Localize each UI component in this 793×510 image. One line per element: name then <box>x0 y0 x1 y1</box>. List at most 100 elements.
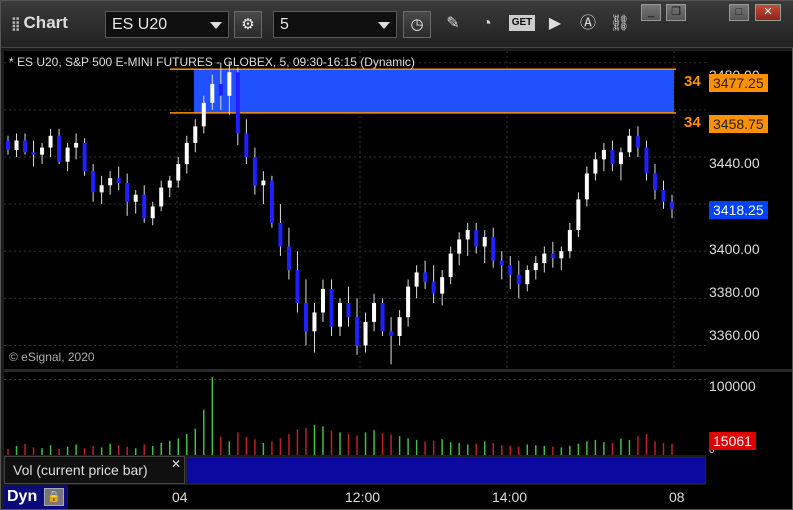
candle-body <box>474 230 479 247</box>
lock-icon[interactable]: 🔒 <box>44 488 64 506</box>
candle-body <box>312 312 317 332</box>
window-title: ⣿ Chart <box>11 13 68 33</box>
window-title-text: Chart <box>23 13 68 32</box>
restore-glyph: ❐ <box>671 6 681 18</box>
candle-body <box>448 253 453 278</box>
candle-body <box>23 140 28 153</box>
maximize-button[interactable]: □ <box>729 4 749 21</box>
price-tick: 3380.00 <box>709 284 760 300</box>
candle-body <box>159 187 164 207</box>
chart-window: ⣿ Chart ES U20 ⚙ 5 ◷ ✎ ◔ GET ▶ Ⓐ ⛓ _ ❐ □ … <box>0 0 793 510</box>
candle-body <box>440 277 445 294</box>
candle-body <box>380 303 385 332</box>
link-icon[interactable]: ⛓ <box>609 13 631 35</box>
candle-body <box>559 251 564 259</box>
minimize-button[interactable]: _ <box>641 4 661 21</box>
candle-body <box>142 194 147 219</box>
settings-button[interactable]: ⚙ <box>234 11 262 38</box>
chevron-down-icon[interactable] <box>378 22 390 29</box>
candle-body <box>576 199 581 231</box>
clock-button[interactable]: ◷ <box>403 11 431 38</box>
symbol-value: ES U20 <box>112 16 168 33</box>
candle-body <box>457 239 462 254</box>
candle-body <box>516 274 521 285</box>
close-study-icon[interactable]: ✕ <box>171 457 181 471</box>
candle-body <box>406 286 411 318</box>
candle-body <box>167 180 172 188</box>
candle-body <box>40 147 45 155</box>
volume-last-tag: 15061 <box>709 432 756 450</box>
chevron-down-icon[interactable] <box>210 22 222 29</box>
interval-input[interactable]: 5 <box>273 11 397 38</box>
candle-body <box>329 288 334 327</box>
interval-value: 5 <box>280 16 289 33</box>
study-icon[interactable]: ◔ <box>476 13 498 35</box>
title-bar: ⣿ Chart ES U20 ⚙ 5 ◷ ✎ ◔ GET ▶ Ⓐ ⛓ _ ❐ □ … <box>1 1 793 48</box>
candle-body <box>414 272 419 287</box>
maximize-glyph: □ <box>735 6 743 18</box>
study-legend[interactable]: Vol (current price bar) <box>4 456 185 484</box>
settings-icon: ⚙ <box>241 16 255 33</box>
volume-chart <box>4 377 706 455</box>
price-plot[interactable] <box>4 51 706 369</box>
copyright-text: © eSignal, 2020 <box>9 350 95 364</box>
pencil-icon[interactable]: ✎ <box>442 13 464 35</box>
candle-body <box>91 171 96 193</box>
candle-body <box>499 260 504 266</box>
symbol-input[interactable]: ES U20 <box>105 11 229 38</box>
price-tick: 3400.00 <box>709 241 760 257</box>
candle-body <box>235 72 240 134</box>
candle-body <box>542 253 547 263</box>
candle-body <box>431 281 436 294</box>
time-label: 14:00 <box>492 489 528 505</box>
volume-plot[interactable] <box>4 372 706 455</box>
candle-body <box>150 206 155 219</box>
candle-body <box>201 102 206 127</box>
candle-body <box>286 246 291 271</box>
time-label: 08 <box>669 489 685 505</box>
candle-body <box>627 135 632 153</box>
candle-body <box>567 230 572 252</box>
get-icon[interactable]: GET <box>509 15 535 31</box>
candle-body <box>610 149 615 165</box>
price-tick: 3440.00 <box>709 155 760 171</box>
last-price-tag: 3418.25 <box>709 201 768 219</box>
candle-body <box>218 83 223 96</box>
study-label: Vol (current price bar) <box>13 462 148 478</box>
candle-body <box>48 135 53 148</box>
candle-body <box>363 321 368 346</box>
candle-body <box>252 157 257 186</box>
close-button[interactable]: ✕ <box>755 4 781 21</box>
chart-header: * ES U20, S&P 500 E-MINI FUTURES - GLOBE… <box>9 55 415 69</box>
axis-corner <box>706 455 792 509</box>
play-icon[interactable]: ▶ <box>544 13 566 35</box>
candle-body <box>74 142 79 148</box>
candle-body <box>525 270 530 285</box>
candle-body <box>6 140 10 150</box>
candle-body <box>465 230 470 240</box>
candle-body <box>508 265 513 275</box>
candle-body <box>397 317 402 337</box>
candle-body <box>593 159 598 174</box>
time-label: 04 <box>172 489 188 505</box>
price-zone <box>194 69 674 113</box>
candle-body <box>635 135 640 148</box>
candle-body <box>423 272 428 282</box>
candle-body <box>184 142 189 165</box>
candle-body <box>99 185 104 193</box>
restore-button[interactable]: ❐ <box>666 4 686 21</box>
candle-body <box>338 303 342 327</box>
candle-body <box>65 147 70 162</box>
candle-body <box>227 72 232 96</box>
candle-body <box>57 135 62 162</box>
candle-body <box>661 189 666 202</box>
level-label-lower: 34 <box>684 114 701 131</box>
candle-body <box>601 149 606 160</box>
candle-body <box>303 303 308 332</box>
candle-body <box>108 178 113 186</box>
price-tick: 3360.00 <box>709 327 760 343</box>
candle-body <box>482 237 487 247</box>
time-label: 12:00 <box>345 489 381 505</box>
alert-icon[interactable]: Ⓐ <box>577 13 599 35</box>
upper-level-tag: 3477.25 <box>709 74 768 92</box>
